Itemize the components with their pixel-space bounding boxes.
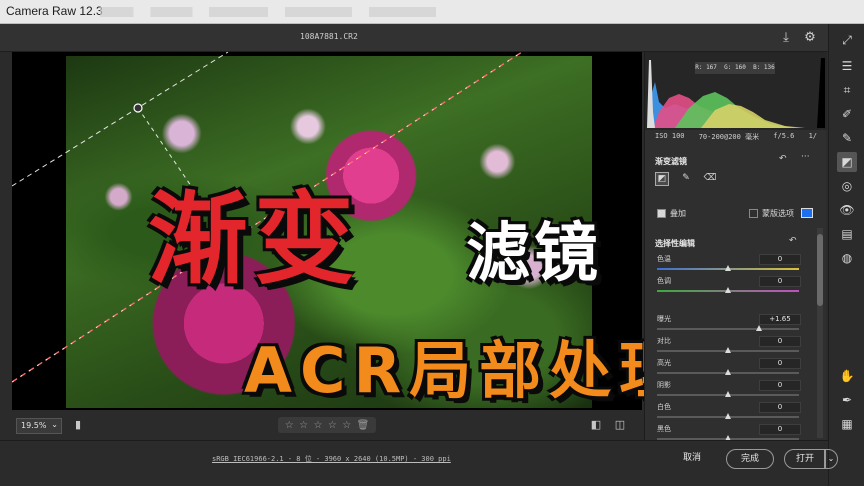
graduated-filter-title: 渐变滤镜 bbox=[655, 157, 687, 166]
slider-value-input[interactable]: 0 bbox=[759, 336, 801, 347]
healing-brush-icon[interactable]: ✐ bbox=[837, 104, 857, 124]
grid-icon[interactable]: ▦ bbox=[837, 414, 857, 434]
rgb-g: G: 160 bbox=[724, 64, 746, 71]
overlay-title-3: ACR局部处理 bbox=[244, 334, 690, 407]
title-bar-menu-blur bbox=[100, 7, 520, 17]
mask-color-swatch[interactable] bbox=[801, 208, 813, 218]
slider-value-input[interactable]: 0 bbox=[759, 380, 801, 391]
red-eye-icon[interactable]: 👁 bbox=[837, 200, 857, 220]
slider-thumb[interactable] bbox=[725, 369, 731, 375]
slider-thumb[interactable] bbox=[725, 413, 731, 419]
file-name: 108A7881.CR2 bbox=[300, 32, 358, 41]
camera-iso: ISO 100 bbox=[655, 132, 685, 140]
slider-label: 黑色 bbox=[657, 425, 671, 433]
save-icon[interactable]: ⤓ bbox=[778, 30, 794, 46]
open-button[interactable]: 打开 bbox=[784, 449, 826, 469]
zoom-value: 19.5% bbox=[21, 421, 47, 430]
gradient-tool-icon[interactable]: ◩ bbox=[655, 172, 669, 186]
edit-panel: R: 167 G: 160 B: 136 ISO 100 70-200@200 … bbox=[644, 52, 827, 441]
gradient-pin[interactable] bbox=[133, 103, 143, 113]
reset-icon[interactable]: ↶ bbox=[779, 154, 787, 164]
panel-scrollbar[interactable] bbox=[817, 228, 823, 438]
more-icon[interactable]: ··· bbox=[801, 152, 810, 162]
footer-bar: sRGB IEC61966-2.1 - 8 位 - 3960 x 2640 (1… bbox=[0, 440, 838, 486]
camera-lens: 70-200@200 毫米 bbox=[698, 133, 760, 141]
done-button[interactable]: 完成 bbox=[726, 449, 774, 469]
overlay-title-2: 滤镜 bbox=[466, 217, 602, 291]
expand-icon[interactable]: ⤢ bbox=[837, 30, 857, 50]
brush-icon[interactable]: ✎ bbox=[679, 172, 693, 186]
slider-label: 曝光 bbox=[657, 315, 671, 323]
slider-label: 色温 bbox=[657, 255, 671, 263]
right-toolbar: ⤢ ☰ ⌗ ✐ ✎ ◩ ◎ 👁 ▤ ◍ ✋ ✒ ▦ bbox=[828, 24, 864, 486]
filmstrip-toggle-icon[interactable]: ▮ bbox=[70, 417, 86, 433]
slider-value-input[interactable]: 0 bbox=[759, 424, 801, 435]
edit-sliders-icon[interactable]: ☰ bbox=[837, 56, 857, 76]
eraser-icon[interactable]: ⌫ bbox=[703, 172, 717, 186]
slider-value-input[interactable]: 0 bbox=[759, 402, 801, 413]
gradient-guide-top[interactable] bbox=[12, 52, 229, 187]
camera-aperture: f/5.6 bbox=[773, 132, 795, 140]
camera-shutter: 1/ bbox=[808, 132, 817, 140]
mask-tools: ◩ ✎ ⌫ bbox=[655, 172, 717, 186]
snapshots-icon[interactable]: ▤ bbox=[837, 224, 857, 244]
slider-label: 白色 bbox=[657, 403, 671, 411]
rgb-readout: R: 167 G: 160 B: 136 bbox=[695, 62, 775, 74]
slider-track[interactable] bbox=[657, 328, 799, 330]
star-icon[interactable]: ☆ bbox=[342, 420, 351, 431]
cancel-button[interactable]: 取消 bbox=[672, 449, 712, 469]
slider-label: 对比 bbox=[657, 337, 671, 345]
star-icon[interactable]: ☆ bbox=[313, 420, 322, 431]
app-title: Camera Raw 12.3 bbox=[6, 4, 103, 18]
camera-info: ISO 100 70-200@200 毫米 f/5.6 1/ bbox=[645, 130, 827, 144]
slider-value-input[interactable]: 0 bbox=[759, 358, 801, 369]
histogram: R: 167 G: 160 B: 136 bbox=[645, 52, 827, 130]
star-icon[interactable]: ☆ bbox=[299, 420, 308, 431]
graduated-filter-icon[interactable]: ◩ bbox=[837, 152, 857, 172]
top-bar: 108A7881.CR2 ⤓ ⚙ bbox=[0, 24, 828, 52]
presets-icon[interactable]: ◍ bbox=[837, 248, 857, 268]
slider-thumb[interactable] bbox=[725, 347, 731, 353]
rgb-r: R: 167 bbox=[695, 64, 717, 71]
mask-options-checkbox[interactable] bbox=[749, 209, 758, 218]
slider-thumb[interactable] bbox=[725, 265, 731, 271]
radial-filter-icon[interactable]: ◎ bbox=[837, 176, 857, 196]
compare-view-icon[interactable]: ◫ bbox=[612, 417, 628, 433]
slider-value-input[interactable]: 0 bbox=[759, 276, 801, 287]
slider-value-input[interactable]: +1.65 bbox=[759, 314, 801, 325]
star-icon[interactable]: ☆ bbox=[285, 420, 294, 431]
hand-icon[interactable]: ✋ bbox=[837, 366, 857, 386]
slider-thumb[interactable] bbox=[756, 325, 763, 331]
trash-icon[interactable]: 🗑 bbox=[357, 420, 370, 431]
adjustment-brush-icon[interactable]: ✎ bbox=[837, 128, 857, 148]
overlay-checkbox-row[interactable]: 叠加 bbox=[657, 208, 686, 219]
zoom-select[interactable]: 19.5% ⌄ bbox=[16, 418, 62, 434]
slider-label: 色调 bbox=[657, 277, 671, 285]
slider-label: 高光 bbox=[657, 359, 671, 367]
workflow-options-link[interactable]: sRGB IEC61966-2.1 - 8 位 - 3960 x 2640 (1… bbox=[212, 454, 451, 464]
rating-stars[interactable]: ☆ ☆ ☆ ☆ ☆ 🗑 bbox=[278, 417, 376, 433]
slider-row[interactable]: 色调 0 bbox=[655, 276, 803, 302]
slider-thumb[interactable] bbox=[725, 391, 731, 397]
slider-thumb[interactable] bbox=[725, 287, 731, 293]
mask-options-row[interactable]: 蒙版选项 bbox=[749, 208, 794, 219]
overlay-label: 叠加 bbox=[670, 209, 686, 218]
selective-edit-title: 选择性编辑 bbox=[655, 239, 695, 248]
rgb-b: B: 136 bbox=[753, 64, 775, 71]
eyedropper-icon[interactable]: ✒ bbox=[837, 390, 857, 410]
crop-icon[interactable]: ⌗ bbox=[837, 80, 857, 100]
chevron-down-icon: ⌄ bbox=[51, 420, 58, 429]
before-after-icon[interactable]: ◧ bbox=[588, 417, 604, 433]
view-bar: 19.5% ⌄ ▮ ☆ ☆ ☆ ☆ ☆ 🗑 ◧ ◫ bbox=[12, 412, 642, 438]
overlay-checkbox[interactable] bbox=[657, 209, 666, 218]
star-icon[interactable]: ☆ bbox=[328, 420, 337, 431]
slider-value-input[interactable]: 0 bbox=[759, 254, 801, 265]
overlay-title-1: 渐变 bbox=[148, 181, 360, 298]
slider-label: 阴影 bbox=[657, 381, 671, 389]
mask-options-label: 蒙版选项 bbox=[762, 209, 794, 218]
title-bar: Camera Raw 12.3 bbox=[0, 0, 864, 24]
gear-icon[interactable]: ⚙ bbox=[802, 30, 818, 46]
reset-sliders-icon[interactable]: ↶ bbox=[789, 236, 797, 246]
scrollbar-thumb[interactable] bbox=[817, 234, 823, 306]
